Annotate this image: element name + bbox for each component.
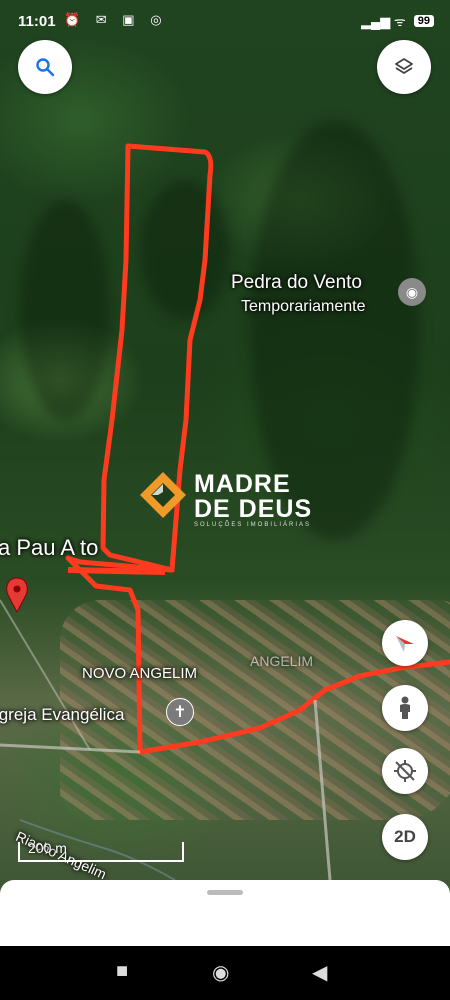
signal-wifi-icon: ▂▄▆ ᯤ <box>361 14 406 29</box>
church-icon[interactable]: ✝ <box>166 698 194 726</box>
watermark: MADRE DE DEUS SOLUÇÕES IMOBILIÁRIAS <box>138 470 311 528</box>
sheet-handle[interactable] <box>207 890 243 895</box>
back-icon[interactable]: ◀ <box>312 960 327 985</box>
layers-icon <box>395 58 413 74</box>
place-subtitle: Temporariamente <box>241 298 366 315</box>
location-pin-icon <box>6 577 28 614</box>
recents-icon[interactable]: ■ <box>116 960 128 983</box>
bottom-sheet[interactable] <box>0 880 450 946</box>
location-off-icon <box>394 760 416 782</box>
layers-button[interactable] <box>377 40 431 94</box>
status-bar: 11:01 ⏰ ✉ ▣ ◎ ▂▄▆ ᯤ 99 <box>0 0 450 44</box>
place-title[interactable]: Pedra do Vento <box>231 272 362 294</box>
status-time: 11:01 <box>18 13 56 30</box>
scale-label: 200 m <box>28 840 67 856</box>
pegman-icon <box>400 696 410 719</box>
compass-button[interactable] <box>382 620 428 666</box>
road <box>313 699 332 881</box>
camera-icon[interactable]: ◉ <box>398 278 426 306</box>
my-location-button[interactable] <box>382 748 428 794</box>
home-icon[interactable]: ◉ <box>212 960 229 985</box>
satellite-map[interactable]: ◉ Pedra do Vento Temporariamente a Pau A… <box>0 0 450 945</box>
system-nav-bar: ■ ◉ ◀ <box>0 946 450 1000</box>
route-line <box>67 567 166 575</box>
road <box>0 743 141 754</box>
watermark-line2: DE DEUS <box>194 495 313 523</box>
neighborhood-label-faint: ANGELIM <box>250 653 314 669</box>
notification-icons: ⏰ ✉ ▣ ◎ <box>64 12 168 27</box>
search-button[interactable] <box>18 40 72 94</box>
church-label: Igreja Evangélica <box>0 705 125 724</box>
compass-icon <box>396 636 414 652</box>
view-mode-button[interactable]: 2D <box>382 814 428 860</box>
area-label: a Pau A to <box>0 535 99 560</box>
watermark-line3: SOLUÇÕES IMOBILIÁRIAS <box>194 522 312 528</box>
neighborhood-label: NOVO ANGELIM <box>82 665 198 682</box>
battery-icon: 99 <box>413 15 434 27</box>
search-icon <box>36 58 55 77</box>
status-right: ▂▄▆ ᯤ 99 <box>361 12 434 30</box>
road <box>0 599 91 751</box>
watermark-logo-icon <box>140 472 186 518</box>
street-view-button[interactable] <box>382 685 428 731</box>
